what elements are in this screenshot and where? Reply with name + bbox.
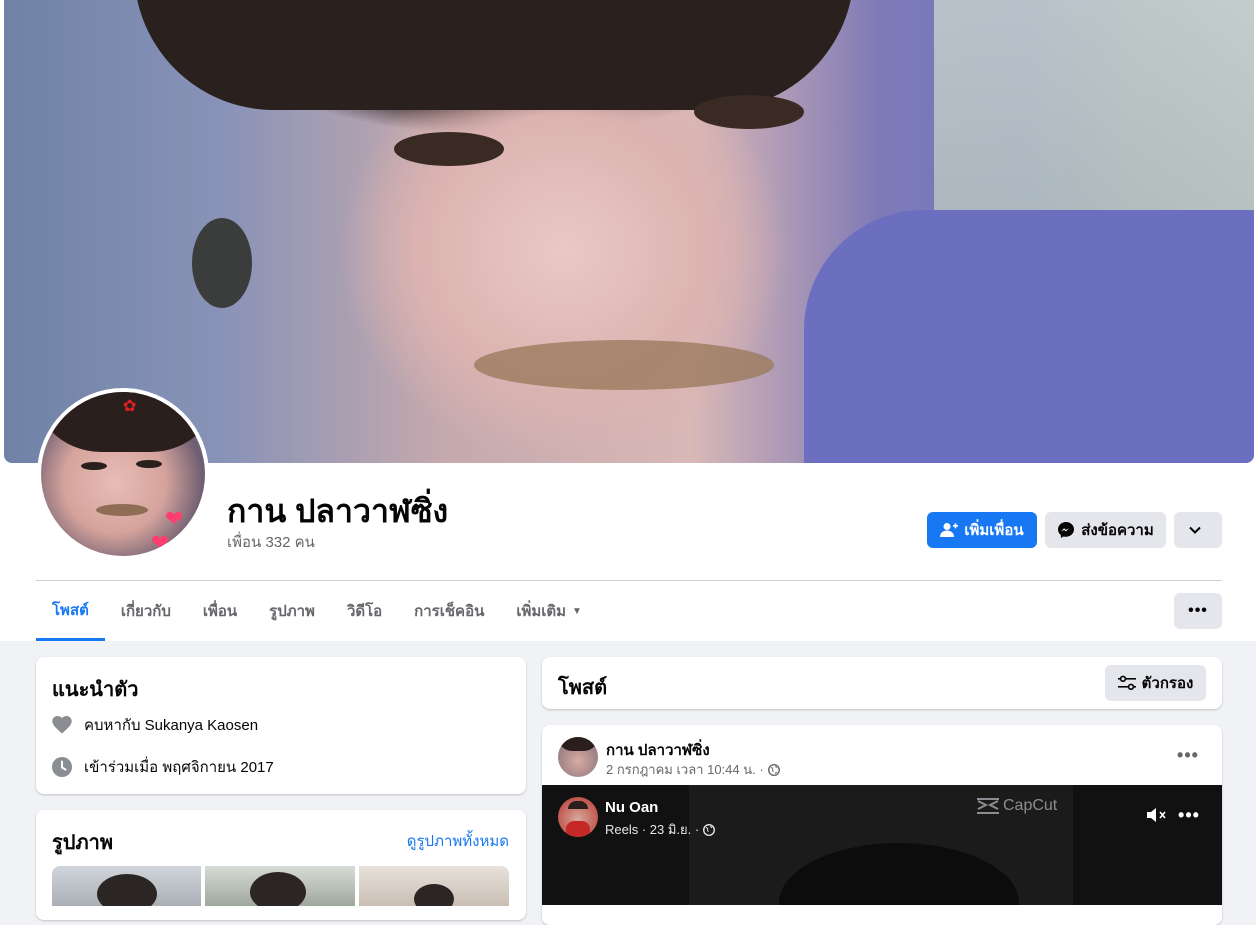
heart-sticker-icon: ❤ xyxy=(151,530,170,555)
shared-reel-video[interactable]: Nu Oan Reels · 23 มิ.ย. · CapCut ••• xyxy=(542,785,1222,905)
intro-card: แนะนำตัว คบหากับ Sukanya Kaosen เข้าร่วม… xyxy=(36,657,526,794)
add-friend-icon xyxy=(940,523,959,537)
more-dots-icon: ••• xyxy=(1178,804,1200,825)
posts-header-card: โพสต์ ตัวกรอง xyxy=(542,657,1222,709)
shared-author-avatar[interactable] xyxy=(558,797,598,837)
more-dots-icon: ••• xyxy=(1177,744,1199,765)
muted-speaker-icon[interactable] xyxy=(1146,806,1168,824)
tab-videos[interactable]: วิดีโอ xyxy=(331,581,398,641)
cover-eye-decor xyxy=(694,95,804,129)
filter-sliders-icon xyxy=(1117,675,1136,690)
capcut-watermark-text: CapCut xyxy=(1003,797,1058,814)
heart-icon xyxy=(52,715,72,735)
profile-picture-image: ❤ ❤ ✿ xyxy=(41,392,205,556)
tab-posts[interactable]: โพสต์ xyxy=(36,581,105,641)
see-all-photos-link[interactable]: ดูรูปภาพทั้งหมด xyxy=(407,829,509,853)
heart-sticker-icon: ❤ xyxy=(165,506,184,531)
intro-joined: เข้าร่วมเมื่อ พฤศจิกายน 2017 xyxy=(52,755,274,779)
post-author-avatar[interactable] xyxy=(558,737,598,777)
filter-button[interactable]: ตัวกรอง xyxy=(1105,665,1206,701)
clock-icon xyxy=(52,757,72,777)
globe-icon xyxy=(767,763,780,776)
photo-thumbnail[interactable] xyxy=(52,866,201,906)
tab-more[interactable]: เพิ่มเติม ▼ xyxy=(500,581,598,641)
profile-options-button[interactable] xyxy=(1174,512,1222,548)
photo-thumbnail[interactable] xyxy=(205,866,355,906)
cover-earring-decor xyxy=(192,218,252,308)
tab-about[interactable]: เกี่ยวกับ xyxy=(105,581,187,641)
cover-eye-decor xyxy=(394,132,504,166)
message-button[interactable]: ส่งข้อความ xyxy=(1045,512,1166,548)
caret-down-icon: ▼ xyxy=(572,605,582,617)
tabs-more-options-button[interactable]: ••• xyxy=(1174,593,1222,629)
add-friend-button[interactable]: เพิ่มเพื่อน xyxy=(927,512,1037,548)
intro-relationship: คบหากับ Sukanya Kaosen xyxy=(52,713,258,737)
joined-text: เข้าร่วมเมื่อ พฤศจิกายน 2017 xyxy=(84,759,274,776)
profile-tabs: โพสต์ เกี่ยวกับ เพื่อน รูปภาพ วิดีโอ การ… xyxy=(36,581,598,641)
tab-more-label: เพิ่มเติม xyxy=(516,603,567,620)
tab-checkins[interactable]: การเช็คอิน xyxy=(398,581,500,641)
posts-title: โพสต์ xyxy=(558,677,608,699)
post-timestamp[interactable]: 2 กรกฎาคม เวลา 10:44 น. · xyxy=(606,759,764,780)
cover-shirt-decor xyxy=(804,210,1254,463)
add-friend-label: เพิ่มเพื่อน xyxy=(964,522,1024,539)
shared-meta: Reels · 23 มิ.ย. · xyxy=(605,819,716,840)
bow-sticker-icon: ✿ xyxy=(123,398,137,415)
capcut-logo-icon xyxy=(977,798,999,814)
messenger-icon xyxy=(1058,522,1075,538)
message-label: ส่งข้อความ xyxy=(1081,522,1154,539)
shared-author-name[interactable]: Nu Oan xyxy=(605,799,658,816)
cover-hair-decor xyxy=(134,0,854,110)
post-card: กาน ปลาวาฬซิ่ง 2 กรกฎาคม เวลา 10:44 น. ·… xyxy=(542,725,1222,925)
tab-photos[interactable]: รูปภาพ xyxy=(253,581,331,641)
reel-options-button[interactable]: ••• xyxy=(1173,799,1205,831)
globe-icon xyxy=(703,823,716,836)
post-options-button[interactable]: ••• xyxy=(1172,739,1204,771)
photo-thumbnail[interactable] xyxy=(359,866,509,906)
photos-title: รูปภาพ xyxy=(52,832,114,854)
photos-card: รูปภาพ ดูรูปภาพทั้งหมด xyxy=(36,810,526,920)
tab-friends[interactable]: เพื่อน xyxy=(187,581,253,641)
shared-timestamp[interactable]: Reels · 23 มิ.ย. · xyxy=(605,819,699,840)
relationship-text: คบหากับ Sukanya Kaosen xyxy=(84,717,259,734)
profile-picture[interactable]: ❤ ❤ ✿ xyxy=(37,388,209,560)
post-meta: 2 กรกฎาคม เวลา 10:44 น. · xyxy=(606,759,780,780)
more-dots-icon: ••• xyxy=(1188,602,1208,619)
filter-label: ตัวกรอง xyxy=(1141,675,1194,692)
capcut-watermark: CapCut xyxy=(976,797,1057,815)
chevron-down-icon xyxy=(1189,526,1201,534)
friend-count[interactable]: เพื่อน 332 คน xyxy=(227,530,315,554)
cover-mustache-decor xyxy=(474,340,774,390)
intro-title: แนะนำตัว xyxy=(52,679,139,701)
